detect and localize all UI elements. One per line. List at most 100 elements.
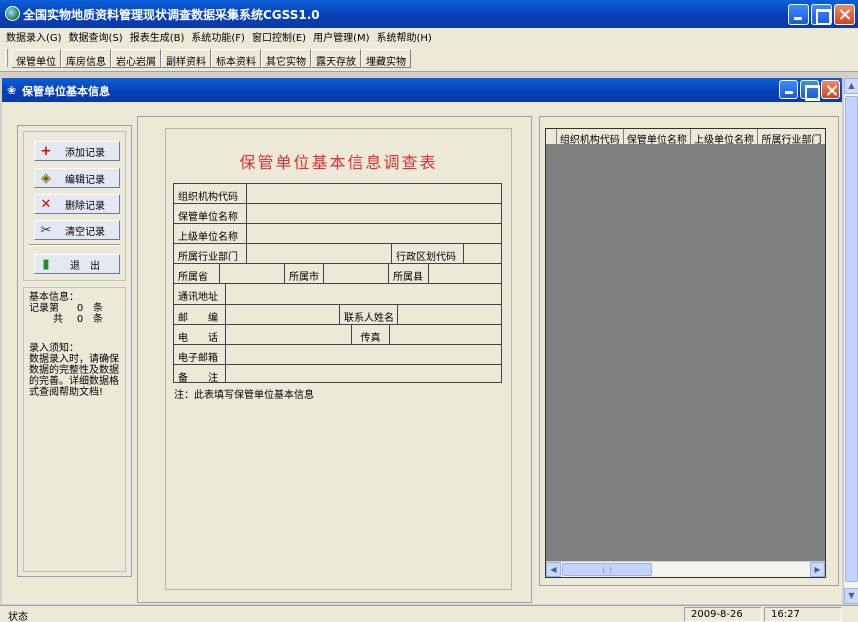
fax-input[interactable] [390,325,501,344]
parent-unit-input[interactable] [247,224,501,243]
contact-input[interactable] [398,305,501,324]
city-label: 所属市 [285,264,324,283]
records-grid[interactable]: 组织机构代码 保管单位名称 上级单位名称 所属行业部门 ◀ ▶ [545,128,826,578]
notice-heading: 录入须知： [29,343,79,354]
menu-help[interactable]: 系统帮助(H) [375,28,437,44]
phone-input[interactable] [226,325,352,344]
child-maximize-button[interactable] [800,80,820,101]
workspace-vertical-scrollbar[interactable]: ▲ ▼ [843,78,858,604]
window-title: 全国实物地质资料管理现状调查数据采集系统CGSS1.0 [23,8,320,22]
notice-text: 数据录入时，请确保数据的完整性及数据的完善。详细数据格式查阅帮助文档! [29,354,119,398]
menu-data-entry[interactable]: 数据录入(G) [4,28,67,44]
menu-bar: 数据录入(G) 数据查询(S) 报表生成(B) 系统功能(F) 窗口控制(E) … [0,28,858,44]
address-label: 通讯地址 [174,284,226,304]
city-input[interactable] [324,264,389,283]
menu-report[interactable]: 报表生成(B) [128,28,190,44]
add-record-button[interactable]: + 添加记录 [34,141,120,161]
county-label: 所属县 [389,264,429,283]
form-row-phone: 电 话 传真 [174,325,501,345]
scroll-right-arrow-icon[interactable]: ▶ [810,562,825,577]
scroll-up-arrow-icon[interactable]: ▲ [844,78,858,94]
grid-col-industry[interactable]: 所属行业部门 [758,129,825,144]
clear-record-button[interactable]: ✂ 清空记录 [34,220,120,240]
record-label: 记录第 [29,303,59,314]
postcode-input[interactable] [226,305,340,324]
menu-window[interactable]: 窗口控制(E) [250,28,311,44]
minimize-button[interactable] [788,4,809,25]
status-date: 2009-8-26 [684,607,762,622]
left-panel: + 添加记录 ◈ 编辑记录 ✕ 删除记录 ✂ 清空记录 ▮ 退 出 基本信息： … [17,125,132,577]
region-code-label: 行政区划代码 [392,244,464,263]
grid-scroll-thumb[interactable] [562,563,652,576]
grid-col-unit-name[interactable]: 保管单位名称 [624,129,691,144]
toolbar-core[interactable]: 岩心岩屑 [111,49,161,68]
province-input[interactable] [220,264,285,283]
fax-label: 传真 [352,325,390,344]
record-unit: 条 [93,303,103,314]
address-input[interactable] [226,284,501,303]
menu-system[interactable]: 系统功能(F) [189,28,250,44]
toolbar-buttons: 保管单位 库房信息 岩心岩屑 副样资料 标本资料 其它实物 露天存放 埋藏实物 [11,49,411,68]
phone-label: 电 话 [174,325,226,344]
edit-record-button[interactable]: ◈ 编辑记录 [34,168,120,188]
grid-col-org-code[interactable]: 组织机构代码 [557,129,624,144]
menu-data-query[interactable]: 数据查询(S) [67,28,128,44]
industry-label: 所属行业部门 [174,244,247,263]
region-code-input[interactable] [464,244,501,263]
scroll-thumb[interactable] [845,96,858,582]
main-title-bar[interactable]: 全国实物地质资料管理现状调查数据采集系统CGSS1.0 [0,0,858,28]
record-value: 0 [76,303,84,314]
record-total-row: 共 0 条 [29,314,125,325]
toolbar-sub-sample[interactable]: 副样资料 [161,49,211,68]
record-position-row: 记录第 0 条 [29,303,125,314]
delete-record-label: 删除记录 [65,200,105,212]
scroll-down-arrow-icon[interactable]: ▼ [844,588,858,604]
toolbar-outdoor[interactable]: 露天存放 [311,49,361,68]
email-label: 电子邮箱 [174,345,226,364]
email-input[interactable] [226,345,501,364]
exit-button[interactable]: ▮ 退 出 [34,254,120,274]
form-title: 保管单位基本信息调查表 [239,153,438,172]
action-button-group: + 添加记录 ◈ 编辑记录 ✕ 删除记录 ✂ 清空记录 ▮ 退 出 [23,131,126,281]
toolbar-warehouse[interactable]: 库房信息 [61,49,111,68]
child-close-button[interactable] [821,80,840,99]
form-row-remark: 备 注 [174,365,501,384]
button-divider [29,244,120,246]
unit-name-input[interactable] [247,204,501,223]
child-title-bar[interactable]: ❀ 保管单位基本信息 [2,78,842,102]
county-input[interactable] [429,264,501,283]
form-table: 组织机构代码 保管单位名称 上级单位名称 所属行业部门 行政区划代码 所属省 所… [173,183,502,384]
child-window-controls [779,80,840,101]
form-row-org-code: 组织机构代码 [174,184,501,204]
total-unit: 条 [93,314,103,325]
window-controls [788,4,855,25]
grid-horizontal-scrollbar[interactable]: ◀ ▶ [546,561,825,577]
toolbar-custody-unit[interactable]: 保管单位 [11,49,61,68]
org-code-label: 组织机构代码 [174,184,247,203]
toolbar-specimen[interactable]: 标本资料 [211,49,261,68]
maximize-button[interactable] [811,4,832,25]
form-row-industry: 所属行业部门 行政区划代码 [174,244,501,264]
industry-input[interactable] [247,244,392,263]
child-minimize-button[interactable] [779,80,798,99]
org-code-input[interactable] [247,184,501,203]
grid-col-parent-unit[interactable]: 上级单位名称 [691,129,758,144]
scroll-left-arrow-icon[interactable]: ◀ [546,562,561,577]
contact-label: 联系人姓名 [340,305,398,324]
toolbar-grip[interactable] [5,49,8,67]
delete-record-button[interactable]: ✕ 删除记录 [34,194,120,214]
status-time: 16:27 [764,607,842,622]
scissors-icon: ✂ [40,222,52,238]
menu-user[interactable]: 用户管理(M) [311,28,374,44]
toolbar-other[interactable]: 其它实物 [261,49,311,68]
toolbar-buried[interactable]: 埋藏实物 [361,49,411,68]
grid-row-header [546,129,557,144]
remark-input[interactable] [226,365,501,383]
close-button[interactable] [834,4,855,25]
add-record-label: 添加记录 [65,147,105,159]
status-label: 状态 [8,612,28,622]
exit-door-icon: ▮ [42,256,50,272]
delete-icon: ✕ [40,196,52,212]
form-row-postcode: 邮 编 联系人姓名 [174,305,501,325]
toolbar: 保管单位 库房信息 岩心岩屑 副样资料 标本资料 其它实物 露天存放 埋藏实物 [0,44,858,72]
